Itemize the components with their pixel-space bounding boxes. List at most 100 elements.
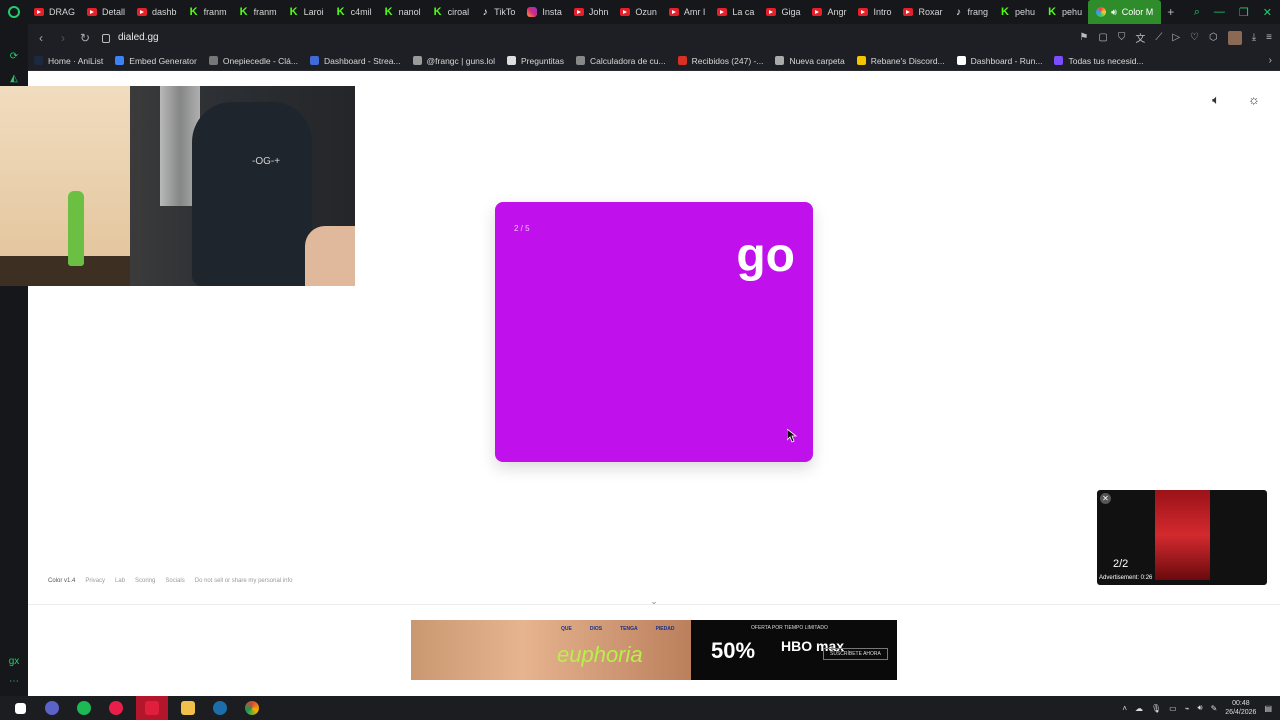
opera-logo-icon[interactable] — [0, 0, 28, 24]
network-icon[interactable]: ⌁ — [1185, 704, 1190, 713]
tab-4[interactable]: Kfranm — [233, 0, 283, 24]
bookmark-item[interactable]: Nueva carpeta — [769, 56, 850, 66]
bookmark-icon[interactable]: ⚑ — [1079, 32, 1088, 43]
bookmark-icon — [576, 56, 586, 65]
bookmark-item[interactable]: Todas tus necesid... — [1048, 56, 1149, 66]
new-tab-button[interactable]: + — [1161, 5, 1180, 19]
bookmark-item[interactable]: Onepiecedle - Clá... — [203, 56, 304, 66]
notification-icon[interactable]: ▤ — [1264, 704, 1272, 713]
tab-1[interactable]: Detall — [81, 0, 131, 24]
bookmark-item[interactable]: Rebane's Discord... — [851, 56, 951, 66]
minimize-icon[interactable]: — — [1214, 6, 1225, 18]
bookmark-item[interactable]: Dashboard - Run... — [951, 56, 1049, 66]
more-icon[interactable]: ⋯ — [8, 676, 20, 688]
ad-count: 2/2 — [1113, 558, 1129, 570]
tab-21[interactable]: Kpehu — [1041, 0, 1088, 24]
bookmark-item[interactable]: Embed Generator — [109, 56, 203, 66]
tab-label: John — [588, 7, 609, 17]
close-icon[interactable]: ✕ — [1263, 6, 1272, 19]
sound-icon[interactable]: 🔈︎ — [1208, 92, 1224, 108]
ad-subscribe-button[interactable]: SUSCRÍBETE AHORA — [823, 648, 888, 660]
app-icon[interactable] — [40, 696, 64, 720]
refresh-icon[interactable]: ⟳ — [8, 51, 20, 63]
volume-icon[interactable]: 🔊︎ — [1198, 703, 1203, 713]
maximize-icon[interactable]: ❐ — [1239, 6, 1249, 19]
snapshot-icon[interactable]: ▢ — [1098, 32, 1107, 43]
tab-6[interactable]: Kc4mil — [330, 0, 378, 24]
play-icon[interactable]: ▷ — [1172, 32, 1180, 43]
download-icon[interactable]: ⤓ — [1252, 32, 1256, 43]
flow-icon[interactable]: ⟋ — [1155, 32, 1162, 43]
tab-7[interactable]: Knanol — [378, 0, 427, 24]
theme-icon[interactable]: ☼ — [1246, 92, 1262, 108]
tab-2[interactable]: dashb — [131, 0, 183, 24]
extensions-icon[interactable]: ⬡ — [1209, 32, 1218, 43]
opera-gx-icon[interactable] — [136, 696, 168, 720]
reload-button[interactable]: ↻ — [76, 31, 94, 45]
speaker-icon: 🔊︎ — [1111, 6, 1117, 17]
tab-10[interactable]: Insta — [521, 0, 568, 24]
bookmark-label: Nueva carpeta — [789, 55, 845, 66]
heart-icon[interactable]: ♡ — [1190, 32, 1199, 43]
footer-link[interactable]: Privacy — [85, 578, 105, 584]
profile-avatar[interactable] — [1227, 30, 1242, 45]
tab-8[interactable]: Kciroal — [427, 0, 476, 24]
tab-14[interactable]: La ca — [711, 0, 760, 24]
bookmark-label: Recibidos (247) -... — [691, 55, 764, 66]
tab-16[interactable]: Angr — [806, 0, 852, 24]
tab-20[interactable]: Kpehu — [994, 0, 1041, 24]
footer-link[interactable]: Do not sell or share my personal info — [195, 578, 293, 584]
yt-icon — [903, 8, 914, 16]
tab-5[interactable]: K Laroi — [283, 0, 330, 24]
cloud-icon[interactable]: ☁ — [1135, 704, 1143, 713]
bookmarks-more-icon[interactable]: › — [1269, 55, 1272, 66]
video-mini-player[interactable]: ✕ 2/2 Advertisement: 0:26 — [1097, 490, 1267, 585]
forward-button[interactable]: › — [54, 31, 72, 45]
tab-3[interactable]: Kfranm — [183, 0, 233, 24]
bookmark-icon — [856, 56, 866, 65]
pen-icon[interactable]: ✎ — [1211, 704, 1218, 713]
back-button[interactable]: ‹ — [32, 31, 50, 45]
tab-15[interactable]: Giga — [760, 0, 806, 24]
tab-0[interactable]: DRAG — [28, 0, 81, 24]
tab-17[interactable]: Intro — [852, 0, 897, 24]
spotify-icon[interactable] — [72, 696, 96, 720]
bookmark-item[interactable]: Calculadora de cu... — [570, 56, 672, 66]
tab-13[interactable]: Amr I — [663, 0, 712, 24]
chrome-icon[interactable] — [240, 696, 264, 720]
close-icon[interactable]: ✕ — [1100, 493, 1111, 504]
color-card[interactable]: 2 / 5 go — [495, 202, 813, 462]
steam-icon[interactable] — [208, 696, 232, 720]
opera-icon[interactable] — [104, 696, 128, 720]
tab-9[interactable]: ♪ TikTo — [475, 0, 521, 24]
bookmark-item[interactable]: Home · AniList — [28, 56, 109, 66]
footer-link[interactable]: Lab — [115, 578, 125, 584]
gx-corner-icon[interactable]: ◭ — [8, 73, 20, 85]
footer-link[interactable]: Scoring — [135, 578, 155, 584]
tab-19[interactable]: ♪ frang — [949, 0, 995, 24]
gx-icon[interactable]: gx — [8, 656, 20, 668]
bookmark-icon — [115, 56, 125, 65]
ad-banner[interactable]: QUE DIOS TENGA PIEDAD euphoria OFERTA POR T… — [411, 620, 897, 680]
bookmark-item[interactable]: Dashboard - Strea... — [304, 56, 407, 66]
tab-11[interactable]: John — [568, 0, 615, 24]
start-icon[interactable] — [8, 696, 32, 720]
footer-link[interactable]: Socials — [165, 578, 184, 584]
bookmark-item[interactable]: @frangc | guns.lol — [407, 56, 501, 66]
tab-18[interactable]: Roxar — [897, 0, 948, 24]
tab-active[interactable]: 🔊︎ Color M — [1088, 0, 1162, 24]
translate-icon[interactable]: 文 — [1135, 30, 1145, 45]
clock[interactable]: 00:48 26/4/2026 — [1225, 699, 1256, 717]
monitor-icon[interactable]: ▭ — [1169, 704, 1177, 713]
chevron-up-icon[interactable]: ˄ — [1122, 704, 1127, 713]
url-field[interactable]: dialed.gg — [102, 32, 159, 43]
chevron-down-icon[interactable]: ⌄ — [648, 596, 660, 607]
bookmark-item[interactable]: Recibidos (247) -... — [672, 56, 770, 66]
shield-icon[interactable]: ⛉ — [1118, 32, 1126, 43]
mic-icon[interactable]: 🎙︎ — [1151, 704, 1161, 713]
file-explorer-icon[interactable] — [176, 696, 200, 720]
menu-icon[interactable]: ≡ — [1266, 32, 1272, 43]
tab-12[interactable]: Ozun — [614, 0, 663, 24]
bookmark-item[interactable]: Preguntitas — [501, 56, 570, 66]
search-icon[interactable]: ⌕ — [1194, 6, 1200, 19]
